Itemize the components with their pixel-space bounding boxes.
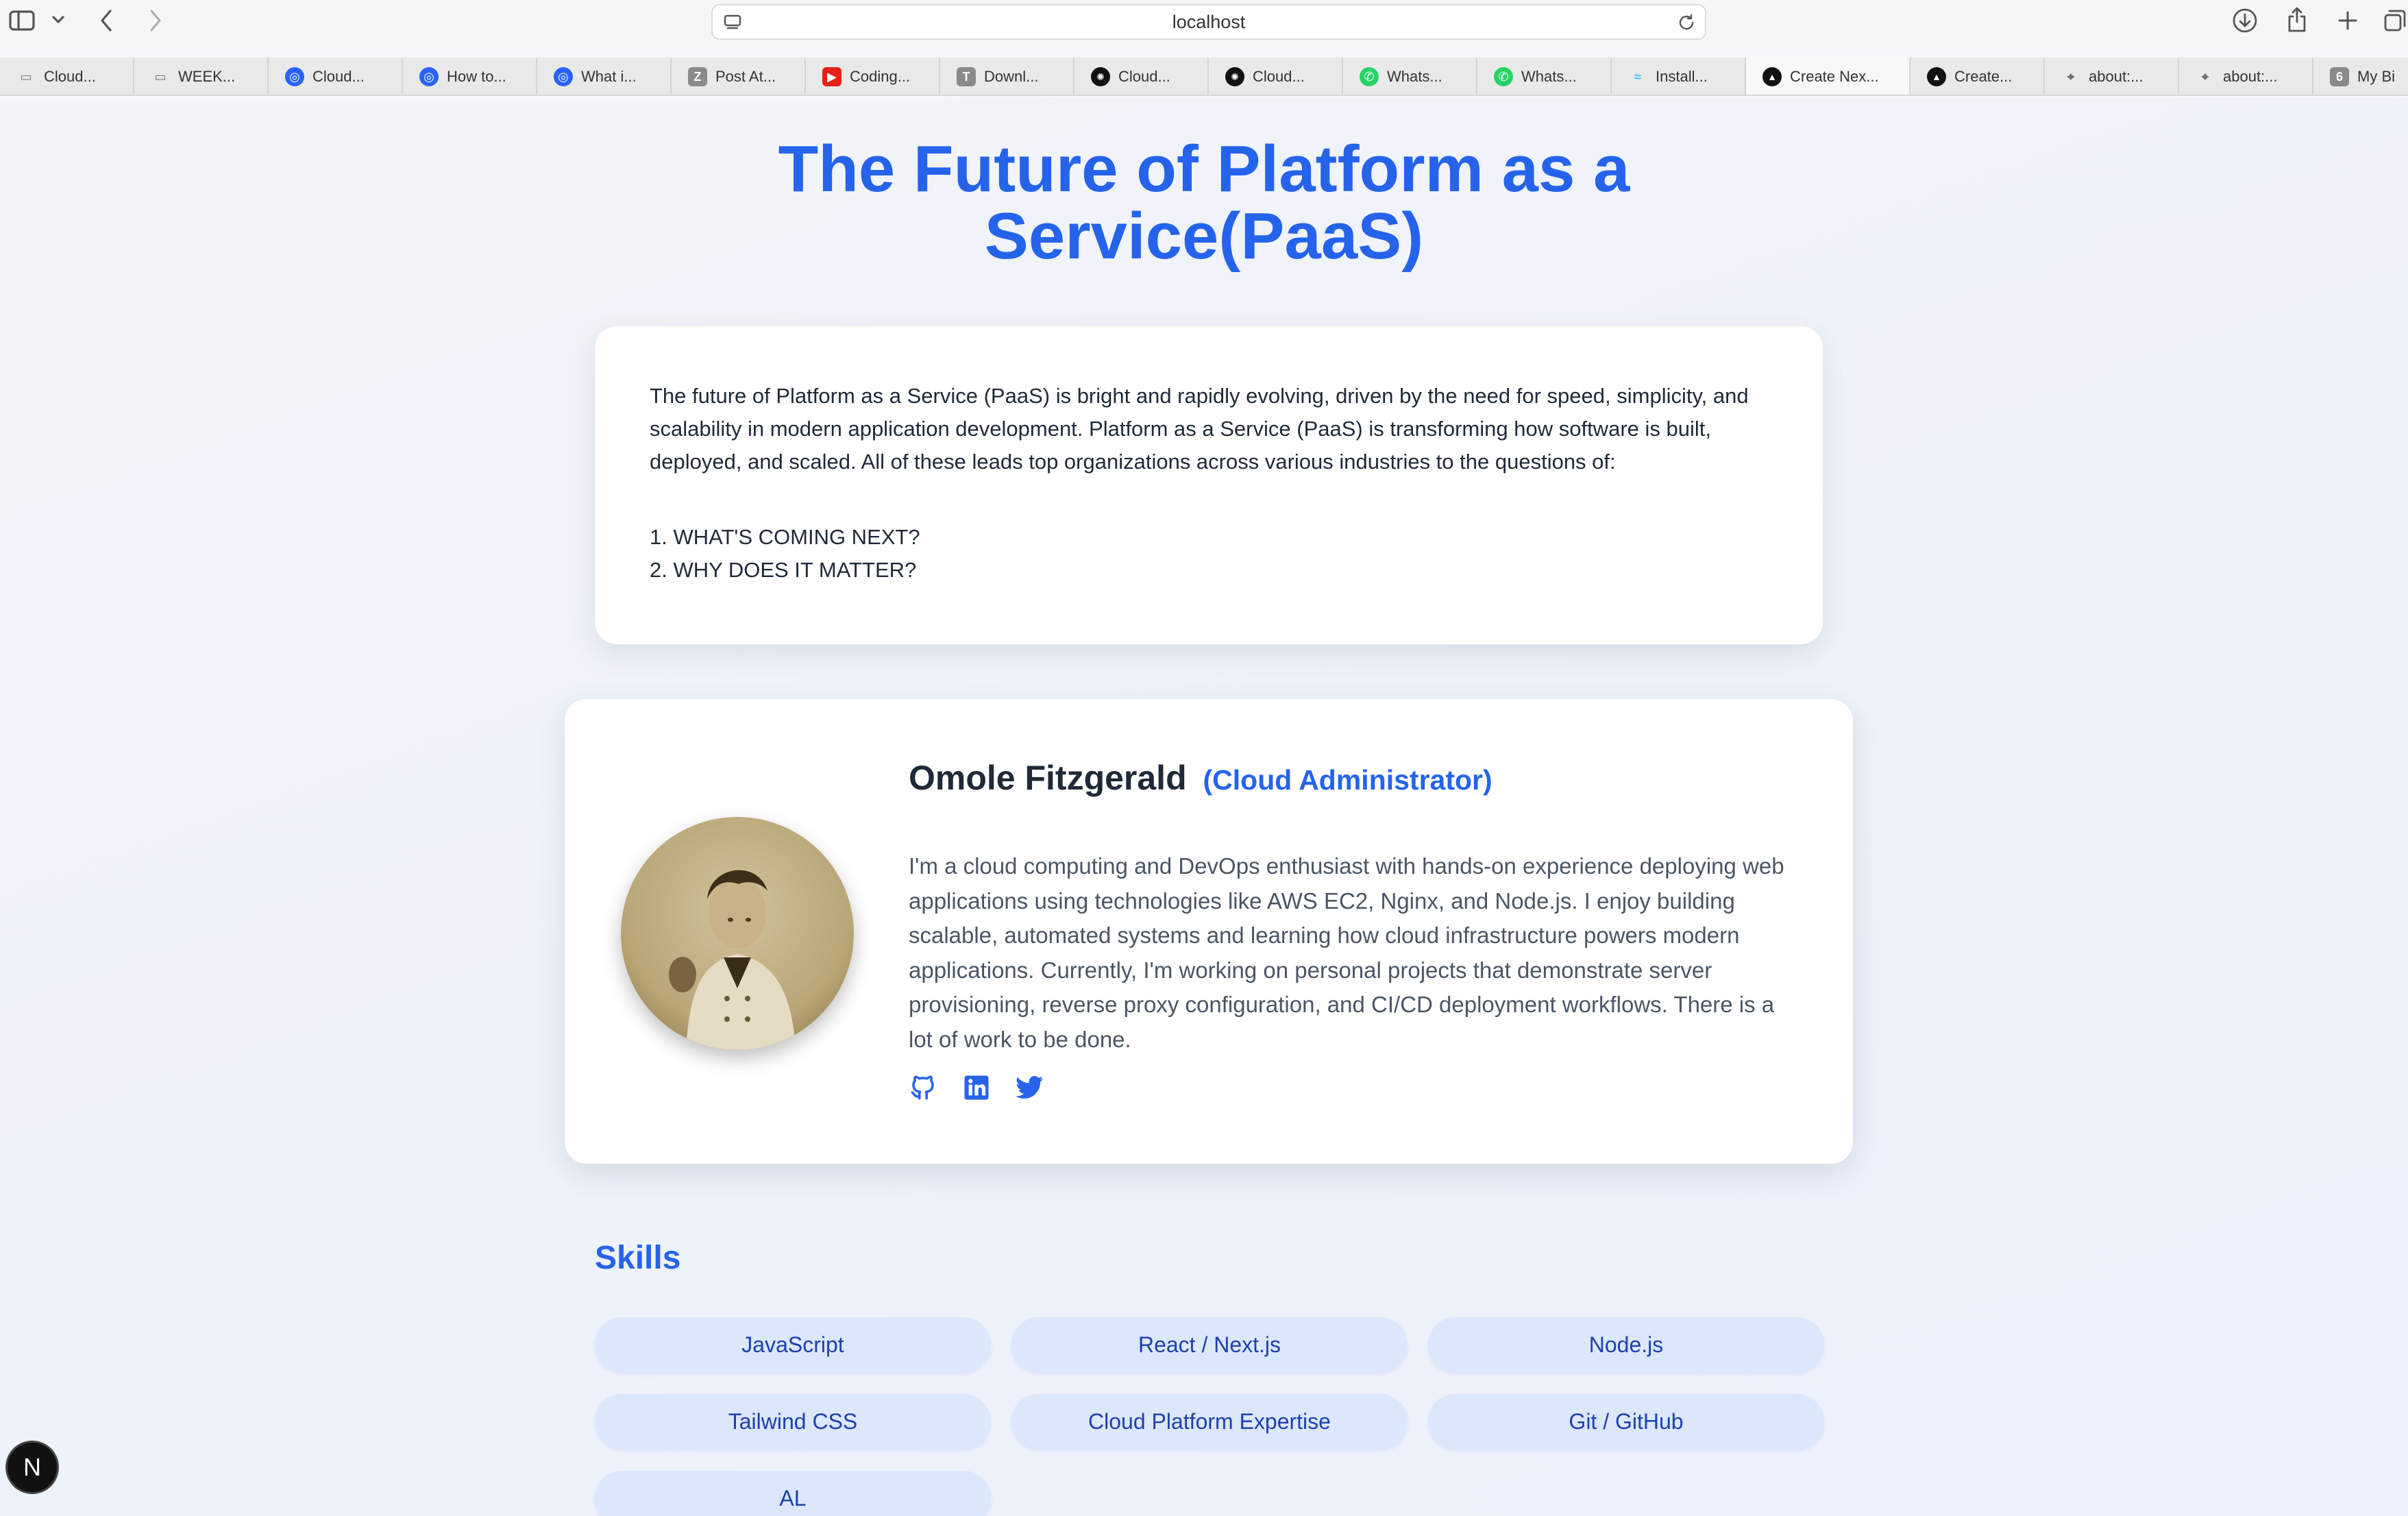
vercel-icon: ▲ [1927,67,1946,86]
intro-text: The future of Platform as a Service (Paa… [650,384,1749,474]
hashnode-icon: ◎ [554,67,573,86]
browser-tab[interactable]: ⌖ about:... [2045,58,2179,95]
tab-label: My Bi [2357,68,2395,85]
whatsapp-icon: ✆ [1494,67,1513,86]
browser-tab[interactable]: Z Post At... [672,58,806,95]
browser-tab[interactable]: ◎ How to... [403,58,537,95]
github-icon[interactable] [909,1073,937,1105]
tab-label: Downl... [984,68,1039,85]
tab-label: Coding... [850,68,911,85]
question-item: 2. WHY DOES IT MATTER? [650,558,917,582]
browser-tab[interactable]: T Downl... [940,58,1074,95]
linkedin-icon[interactable] [962,1073,991,1105]
nextjs-dev-indicator[interactable]: N [5,1441,59,1494]
question-list: 1. WHAT'S COMING NEXT? 2. WHY DOES IT MA… [650,521,1768,587]
tab-overview-icon[interactable] [2382,7,2408,34]
tab-label: Cloud... [1118,68,1170,85]
youtube-icon: ▶ [822,67,841,86]
browser-toolbar: localhost [0,0,2408,49]
browser-tab[interactable]: ✆ Whats... [1343,58,1477,95]
profile-role: (Cloud Administrator) [1203,764,1492,796]
share-icon[interactable] [2283,4,2311,34]
chevron-down-icon[interactable] [48,10,69,30]
t-letter-icon: T [957,67,976,86]
browser-tab[interactable]: ✺ Cloud... [1074,58,1209,95]
social-links [909,1073,1793,1105]
profile-bio: I'm a cloud computing and DevOps enthusi… [909,853,1784,1052]
browser-tab[interactable]: ▲ Create... [1911,58,2045,95]
forward-icon[interactable] [144,7,167,34]
page-title: The Future of Platform as a Service(PaaS… [685,136,1723,270]
address-bar[interactable]: localhost [711,4,1706,40]
chatgpt-icon: ✺ [1091,67,1110,86]
page-title-line1: The Future of Platform as a [778,132,1630,206]
tab-label: Whats... [1521,68,1577,85]
skill-pill: JavaScript [595,1317,991,1372]
page-viewport: The Future of Platform as a Service(PaaS… [0,97,2408,1516]
question-item: 1. WHAT'S COMING NEXT? [650,525,920,549]
hashnode-icon: ◎ [285,67,304,86]
folder-icon: ▭ [154,69,167,84]
folder-icon: ▭ [20,69,32,84]
browser-tab[interactable]: ◎ What i... [537,58,672,95]
profile-body: Omole Fitzgerald (Cloud Administrator) I… [909,755,1793,1105]
skill-pill: Git / GitHub [1428,1394,1824,1449]
tab-label: about:... [2089,68,2143,85]
skill-pill: Node.js [1428,1317,1824,1372]
skills-grid: JavaScript React / Next.js Node.js Tailw… [595,1317,1824,1516]
tab-label: Create Nex... [1790,68,1879,85]
profile-header: Omole Fitzgerald (Cloud Administrator) [909,755,1793,803]
browser-tab[interactable]: ✆ Whats... [1477,58,1612,95]
new-tab-icon[interactable] [2334,7,2361,34]
browser-tab[interactable]: ▭ WEEK... [134,58,269,95]
whatsapp-icon: ✆ [1360,67,1379,86]
downloads-icon[interactable] [2231,7,2259,34]
page-title-line2: Service(PaaS) [984,199,1424,273]
tab-bar: ▭ Cloud... ▭ WEEK... ◎ Cloud... ◎ How to... ◎ Wha… [0,58,2408,96]
browser-tab[interactable]: ≈ Install... [1612,58,1746,95]
skill-pill: Tailwind CSS [595,1394,991,1449]
skill-pill: Cloud Platform Expertise [1011,1394,1408,1449]
reload-icon[interactable] [1676,12,1697,33]
tab-label: Cloud... [1253,68,1305,85]
skills-heading: Skills [595,1240,681,1276]
profile-card: Omole Fitzgerald (Cloud Administrator) I… [565,699,1853,1164]
back-icon[interactable] [95,7,118,34]
tab-label: WEEK... [178,68,236,85]
browser-tab[interactable]: ▭ Cloud... [0,58,134,95]
compass-icon: ⌖ [2201,69,2209,84]
vercel-icon: ▲ [1762,67,1782,86]
tab-label: Cloud... [312,68,365,85]
tailwind-icon: ≈ [1634,69,1641,84]
six-letter-icon: 6 [2330,67,2349,86]
tab-label: Install... [1656,68,1708,85]
tab-label: How to... [447,68,506,85]
url-text: localhost [1172,12,1246,32]
tab-label: about:... [2223,68,2278,85]
intro-card: The future of Platform as a Service (Paa… [595,326,1823,644]
z-letter-icon: Z [688,67,707,86]
sidebar-toggle-icon[interactable] [7,8,37,33]
profile-name: Omole Fitzgerald [909,759,1187,797]
hashnode-icon: ◎ [419,67,439,86]
browser-tab[interactable]: ▶ Coding... [806,58,940,95]
browser-tab[interactable]: ⌖ about:... [2179,58,2313,95]
avatar [621,817,854,1050]
browser-tab[interactable]: 6 My Bi [2313,58,2408,95]
tab-label: Cloud... [44,68,96,85]
avatar-photo [621,817,854,1050]
browser-tab[interactable]: ✺ Cloud... [1209,58,1343,95]
browser-tab[interactable]: ▲ Create Nex... [1746,58,1911,95]
tab-label: Create... [1954,68,2013,85]
tab-label: What i... [581,68,637,85]
tab-label: Whats... [1387,68,1442,85]
compass-icon: ⌖ [2067,69,2075,84]
browser-tab[interactable]: ◎ Cloud... [269,58,403,95]
tab-label: Post At... [715,68,776,85]
twitter-icon[interactable] [1016,1073,1044,1105]
chatgpt-icon: ✺ [1225,67,1244,86]
skill-pill: React / Next.js [1011,1317,1408,1372]
skill-pill: AL [595,1471,991,1516]
